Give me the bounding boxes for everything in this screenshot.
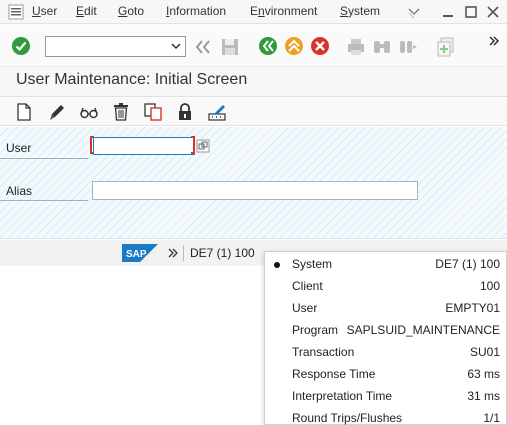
popup-row-interpretation-time[interactable]: Interpretation Time 31 ms (265, 386, 507, 408)
popup-row-response-time[interactable]: Response Time 63 ms (265, 364, 507, 386)
alias-label-underline (0, 200, 88, 201)
svg-text:SAP: SAP (126, 249, 147, 260)
change-password-icon[interactable] (207, 102, 227, 122)
create-session-icon[interactable] (436, 37, 456, 57)
print-icon[interactable] (346, 37, 366, 57)
required-bracket-right (191, 136, 195, 154)
menu-goto[interactable]: Goto (118, 4, 144, 18)
popup-row-client[interactable]: Client 100 (265, 276, 507, 298)
command-field[interactable] (45, 36, 186, 57)
close-icon[interactable] (485, 4, 501, 20)
more-icon[interactable] (488, 35, 500, 47)
application-toolbar (0, 98, 507, 126)
exit-icon[interactable] (284, 36, 304, 56)
menu-bar: User Edit Goto Information Environment S… (0, 0, 507, 24)
change-icon[interactable] (47, 102, 67, 122)
back-icon[interactable] (258, 36, 278, 56)
display-icon[interactable] (79, 102, 99, 122)
popup-row-transaction[interactable]: Transaction SU01 (265, 342, 507, 364)
create-icon[interactable] (14, 102, 34, 122)
alias-label: Alias (6, 184, 33, 198)
user-label: User (6, 141, 32, 155)
find-next-icon[interactable] (398, 37, 418, 57)
enter-check-icon[interactable] (11, 36, 31, 56)
popup-row-program[interactable]: Program SAPLSUID_MAINTENANCE (265, 320, 507, 342)
page-title: User Maintenance: Initial Screen (16, 71, 248, 88)
status-divider (183, 245, 184, 261)
menu-information[interactable]: Information (166, 4, 226, 18)
menu-system[interactable]: System (340, 4, 380, 18)
standard-toolbar (0, 25, 507, 67)
popup-row-round-trips[interactable]: Round Trips/Flushes 1/1 (265, 408, 507, 425)
popup-row-system[interactable]: System DE7 (1) 100 (265, 254, 507, 276)
alias-input[interactable] (92, 181, 418, 200)
save-icon[interactable] (220, 37, 240, 57)
sap-menu-icon[interactable] (8, 4, 24, 20)
status-system-info[interactable]: DE7 (1) 100 (190, 246, 255, 260)
cancel-icon[interactable] (310, 36, 330, 56)
user-label-underline (0, 158, 88, 159)
chevron-down-icon[interactable] (170, 40, 182, 52)
user-input[interactable] (93, 137, 195, 155)
copy-icon[interactable] (143, 102, 163, 122)
title-bar: User Maintenance: Initial Screen (0, 67, 507, 97)
menu-edit[interactable]: Edit (76, 4, 97, 18)
maximize-icon[interactable] (463, 4, 479, 20)
selection-form: User Alias (0, 127, 507, 239)
lock-unlock-icon[interactable] (175, 102, 195, 122)
find-icon[interactable] (372, 37, 392, 57)
system-info-popup: System DE7 (1) 100 Client 100 User EMPTY… (264, 251, 507, 425)
selected-bullet-icon (274, 262, 280, 268)
popup-row-user[interactable]: User EMPTY01 (265, 298, 507, 320)
menu-environment[interactable]: Environment (250, 4, 317, 18)
customize-layout-icon[interactable] (406, 4, 422, 20)
minimize-icon[interactable] (440, 4, 456, 20)
value-help-icon[interactable] (196, 139, 210, 153)
sap-logo-icon: SAP (122, 244, 158, 262)
double-chevron-left-icon[interactable] (193, 37, 213, 57)
menu-user[interactable]: User (32, 4, 57, 18)
delete-icon[interactable] (111, 102, 131, 122)
expand-status-icon[interactable] (168, 247, 178, 259)
